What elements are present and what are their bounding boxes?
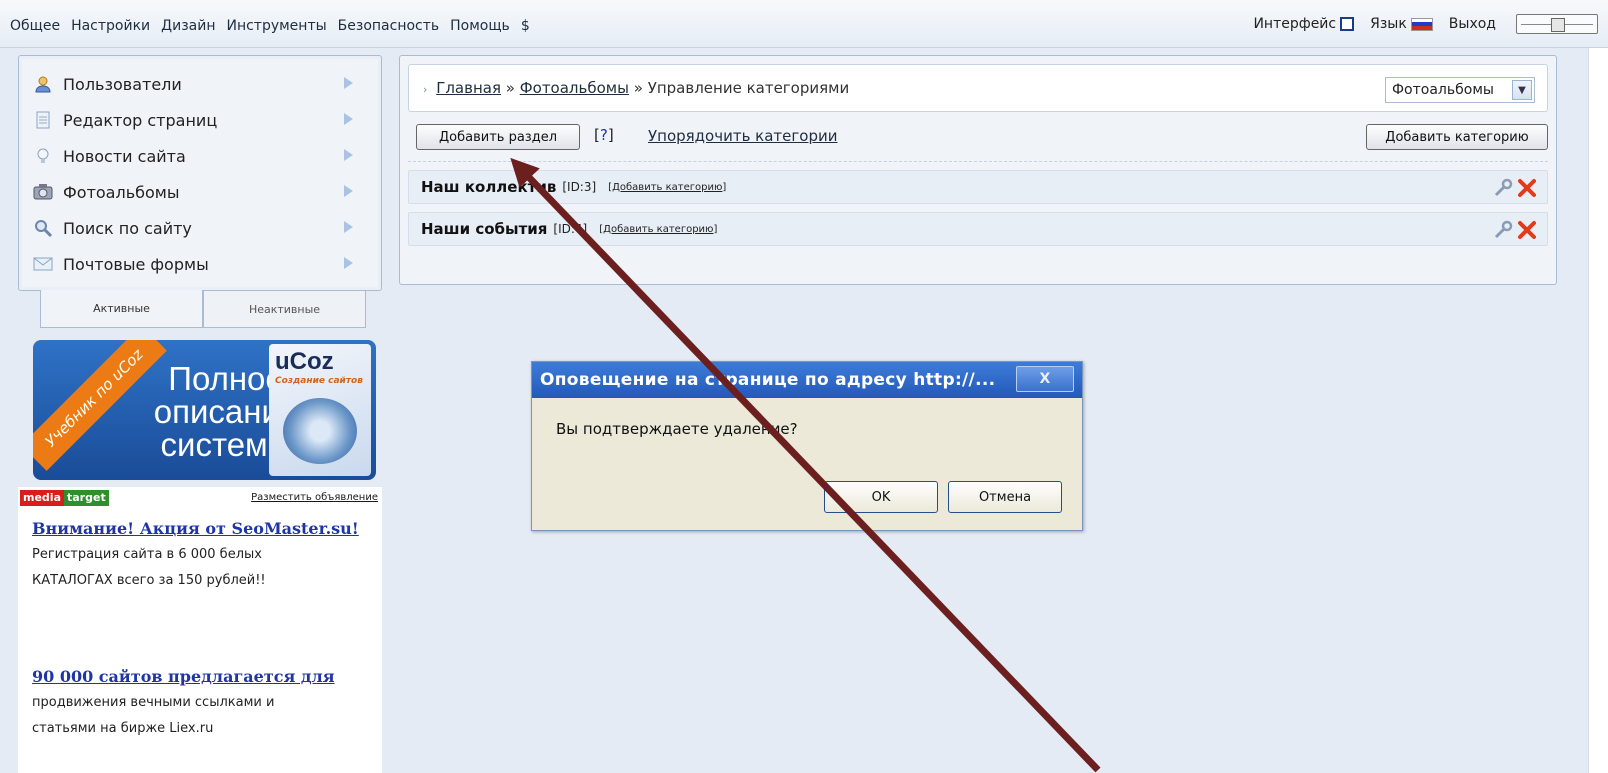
annotation-arrow <box>510 157 1101 773</box>
